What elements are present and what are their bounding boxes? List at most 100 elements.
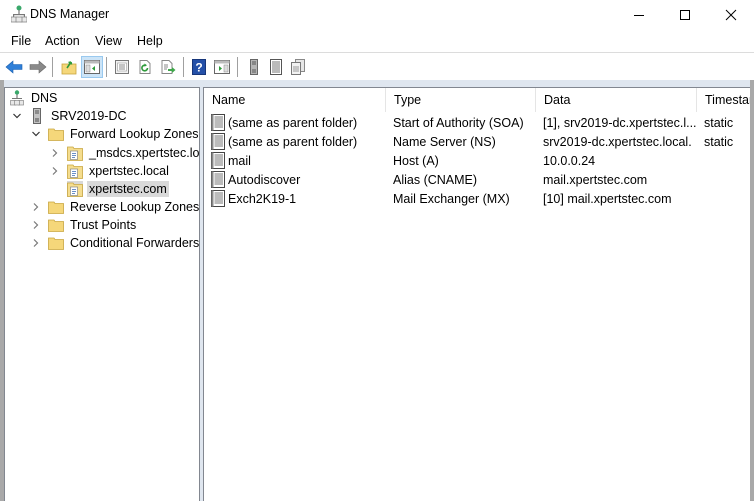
chevron-right-icon[interactable] [49,165,61,177]
new-host-button[interactable] [265,56,287,78]
record-name-cell: Autodiscover [210,170,386,189]
column-header-label: Timestamp [705,93,750,107]
toolbar: ? [0,52,754,80]
record-data: mail.xpertstec.com [543,172,648,187]
tree-label: Reverse Lookup Zones [70,200,200,214]
record-type-cell: Host (A) [393,151,536,170]
record-name-cell: (same as parent folder) [210,132,386,151]
record-row[interactable]: mail Host (A) 10.0.0.24 [204,151,750,170]
record-type-cell: Start of Authority (SOA) [393,113,536,132]
tree-item-xpertstec-local[interactable]: xpertstec.local [49,162,171,180]
record-name: (same as parent folder) [228,134,358,149]
tree-item-trust-points[interactable]: Trust Points [30,216,138,234]
properties-icon [115,60,129,74]
record-data-cell: srv2019-dc.xpertstec.local. [543,132,697,151]
tree-label: Forward Lookup Zones [70,127,199,141]
server-button[interactable] [243,56,265,78]
record-row[interactable]: (same as parent folder) Name Server (NS) s… [204,132,750,151]
folder-icon [48,126,64,142]
svg-text:?: ? [195,61,202,75]
record-name: Autodiscover [228,172,301,187]
up-folder-icon [61,61,77,75]
tree-item-forward-lookup-zones[interactable]: Forward Lookup Zones [30,125,199,143]
up-one-level-button[interactable] [58,56,80,78]
record-name: (same as parent folder) [228,115,358,130]
record-timestamp: static [704,134,734,149]
new-record-button[interactable] [287,56,309,78]
column-header-timestamp[interactable]: Timestamp [697,88,750,112]
column-header-data[interactable]: Data [536,88,697,112]
chevron-right-icon[interactable] [30,219,42,231]
record-name: mail [228,153,251,168]
toolbar-separator [106,57,107,77]
record-row[interactable]: (same as parent folder) Start of Authorit… [204,113,750,132]
show-hide-action-pane-button[interactable] [211,56,233,78]
tree-label: DNS [31,91,58,105]
tree-item-srv2019-dc[interactable]: SRV2019-DC [11,107,129,125]
record-name-cell: (same as parent folder) [210,113,386,132]
menu-file[interactable]: File [11,34,31,48]
chevron-down-icon[interactable] [11,110,23,122]
record-data: 10.0.0.24 [543,153,596,168]
record-timestamp-cell [704,151,750,170]
tree-label: xpertstec.com [87,181,169,197]
maximize-button[interactable] [662,0,708,30]
tree-item-xpertstec-com[interactable]: xpertstec.com [49,180,169,198]
record-row[interactable]: Exch2K19-1 Mail Exchanger (MX) [10] mail.x… [204,189,750,208]
record-timestamp-cell [704,189,750,208]
back-button[interactable] [3,56,25,78]
record-type-cell: Mail Exchanger (MX) [393,189,536,208]
refresh-icon [139,60,151,74]
back-arrow-icon [5,60,23,74]
record-timestamp-cell [704,170,750,189]
tree-item-reverse-lookup-zones[interactable]: Reverse Lookup Zones [30,198,200,216]
forward-button[interactable] [27,56,49,78]
zone-icon [67,145,83,161]
server-icon [29,108,45,124]
help-button[interactable]: ? [188,56,210,78]
record-data: [10] mail.xpertstec.com [543,191,672,206]
show-hide-console-tree-button[interactable] [81,56,103,78]
folder-icon [48,235,64,251]
record-timestamp-cell: static [704,113,750,132]
menu-view[interactable]: View [95,34,122,48]
column-header-label: Type [394,93,422,107]
dns-record-icon [210,114,226,131]
column-header-type[interactable]: Type [386,88,536,112]
export-list-button[interactable] [157,56,179,78]
tree-label: xpertstec.local [89,164,169,178]
record-data-cell: [10] mail.xpertstec.com [543,189,697,208]
record-name-cell: mail [210,151,386,170]
dns-record-icon [210,190,226,207]
chevron-right-icon[interactable] [30,201,42,213]
chevron-right-icon[interactable] [49,147,61,159]
record-timestamp-cell: static [704,132,750,151]
refresh-button[interactable] [134,56,156,78]
tree-item-conditional-forwarders[interactable]: Conditional Forwarders [30,234,199,252]
minimize-button[interactable] [616,0,662,30]
column-header-name[interactable]: Name [204,88,386,112]
zone-icon [67,181,83,197]
maximize-icon [680,10,690,20]
dns-manager-app-icon [10,5,28,23]
menu-help[interactable]: Help [137,34,163,48]
record-data: [1], srv2019-dc.xpertstec.l... [543,115,697,130]
menu-action[interactable]: Action [45,34,80,48]
record-name-cell: Exch2K19-1 [210,189,386,208]
record-name: Exch2K19-1 [228,191,297,206]
record-data-cell: mail.xpertstec.com [543,170,697,189]
folder-icon [48,217,64,233]
chevron-right-icon[interactable] [30,237,42,249]
tree-item-msdcs-zone[interactable]: _msdcs.xpertstec.local [49,144,200,162]
zone-icon [67,163,83,179]
record-icon [270,59,282,75]
close-button[interactable] [708,0,754,30]
toolbar-separator [52,57,53,77]
copy-record-icon [291,59,305,75]
title-bar: DNS Manager [0,0,754,30]
tree-item-dns[interactable]: DNS [9,89,59,107]
tree-label: _msdcs.xpertstec.local [89,146,200,160]
chevron-down-icon[interactable] [30,128,42,140]
record-row[interactable]: Autodiscover Alias (CNAME) mail.xpertstec.… [204,170,750,189]
properties-button[interactable] [111,56,133,78]
